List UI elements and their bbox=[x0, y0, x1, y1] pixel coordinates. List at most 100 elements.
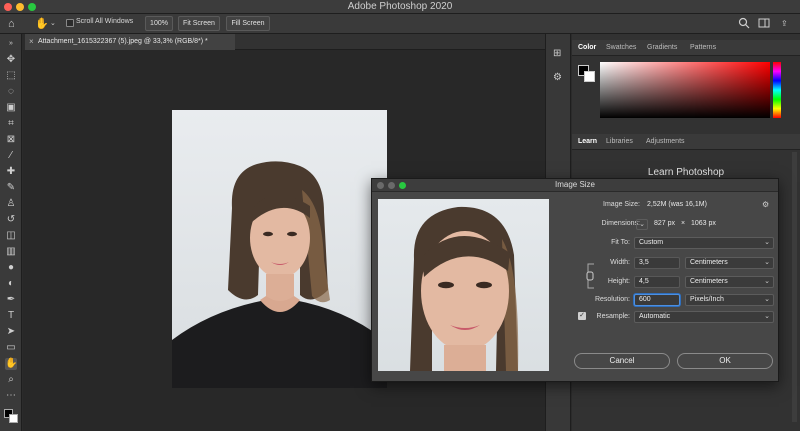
resolution-unit-value: Pixels/Inch bbox=[690, 296, 724, 303]
hand-tool-icon[interactable]: ✋ bbox=[5, 358, 17, 370]
photoshop-window: Adobe Photoshop 2020 ⌂ ✋ ⌄ Scroll All Wi… bbox=[0, 0, 800, 431]
fit-screen-button[interactable]: Fit Screen bbox=[178, 16, 220, 31]
share-icon[interactable]: ⇪ bbox=[781, 17, 788, 31]
resample-label: Resample: bbox=[596, 313, 630, 320]
frame-tool-icon[interactable]: ⊠ bbox=[5, 134, 17, 146]
resolution-input[interactable]: 600 bbox=[634, 294, 680, 306]
fit-to-value: Custom bbox=[639, 239, 664, 246]
tab-libraries[interactable]: Libraries bbox=[606, 134, 633, 150]
path-selection-tool-icon[interactable]: ➤ bbox=[5, 326, 17, 338]
pen-tool-icon[interactable]: ✒ bbox=[5, 294, 17, 306]
crop-tool-icon[interactable]: ⌗ bbox=[5, 118, 17, 130]
color-panel-tabs: Color Swatches Gradients Patterns bbox=[572, 40, 800, 56]
width-unit-value: Centimeters bbox=[690, 259, 728, 266]
resample-select[interactable]: Automatic ⌄ bbox=[634, 311, 774, 323]
tab-color[interactable]: Color bbox=[578, 40, 596, 56]
width-unit-select[interactable]: Centimeters ⌄ bbox=[685, 257, 774, 269]
fit-to-select[interactable]: Custom ⌄ bbox=[634, 237, 774, 249]
resample-value: Automatic bbox=[639, 313, 671, 320]
ok-button[interactable]: OK bbox=[677, 353, 773, 369]
document-tab[interactable]: × Attachment_1615322367 (5).jpeg @ 33,3%… bbox=[25, 34, 235, 50]
object-selection-tool-icon[interactable]: ▣ bbox=[5, 102, 17, 114]
width-input[interactable]: 3,5 bbox=[634, 257, 680, 269]
dimensions-height-value: 1063 px bbox=[691, 220, 716, 227]
image-size-label: Image Size: bbox=[603, 201, 640, 208]
blur-tool-icon[interactable]: ● bbox=[5, 262, 17, 274]
eraser-tool-icon[interactable]: ◫ bbox=[5, 230, 17, 242]
image-preview[interactable] bbox=[378, 199, 549, 371]
options-bar: ⌂ ✋ ⌄ Scroll All Windows 100% Fit Screen… bbox=[0, 14, 800, 34]
settings-gear-icon[interactable]: ⚙ bbox=[762, 200, 769, 209]
brush-tool-icon[interactable]: ✎ bbox=[5, 182, 17, 194]
close-tab-icon[interactable]: × bbox=[29, 34, 34, 50]
fit-to-label: Fit To: bbox=[611, 239, 630, 246]
panel-background-swatch[interactable] bbox=[584, 71, 595, 82]
height-input[interactable]: 4,5 bbox=[634, 276, 680, 288]
dimensions-label: Dimensions: bbox=[601, 220, 640, 227]
zoom-tool-icon[interactable]: ⌕ bbox=[5, 374, 17, 386]
image-size-value: 2,52M (was 16,1M) bbox=[647, 201, 707, 208]
properties-panel-icon[interactable]: ⚙ bbox=[553, 72, 562, 83]
history-panel-icon[interactable]: ⊞ bbox=[553, 48, 561, 59]
eyedropper-tool-icon[interactable]: ⁄ bbox=[5, 150, 17, 162]
scroll-all-windows-checkbox[interactable] bbox=[66, 19, 74, 27]
dialog-title: Image Size bbox=[554, 180, 596, 189]
gradient-tool-icon[interactable]: ▥ bbox=[5, 246, 17, 258]
more-tools-icon[interactable]: ⋯ bbox=[5, 390, 17, 402]
learn-panel-tabs: Learn Libraries Adjustments bbox=[572, 134, 800, 150]
learn-panel-title: Learn Photoshop bbox=[647, 167, 725, 178]
portrait-illustration bbox=[172, 161, 387, 388]
document-tab-title: Attachment_1615322367 (5).jpeg @ 33,3% (… bbox=[38, 38, 208, 45]
dimensions-units-chevron-icon[interactable]: ⌄ bbox=[636, 219, 648, 230]
tab-adjustments[interactable]: Adjustments bbox=[646, 134, 685, 150]
resolution-label: Resolution: bbox=[594, 296, 630, 303]
preview-portrait bbox=[410, 206, 519, 371]
healing-brush-tool-icon[interactable]: ✚ bbox=[5, 166, 17, 178]
tab-patterns[interactable]: Patterns bbox=[690, 40, 716, 56]
title-bar: Adobe Photoshop 2020 bbox=[0, 0, 800, 14]
height-unit-select[interactable]: Centimeters ⌄ bbox=[685, 276, 774, 288]
rectangle-tool-icon[interactable]: ▭ bbox=[5, 342, 17, 354]
chevron-down-icon: ⌄ bbox=[764, 259, 770, 266]
history-brush-tool-icon[interactable]: ↺ bbox=[5, 214, 17, 226]
clone-stamp-tool-icon[interactable]: ♙ bbox=[5, 198, 17, 210]
chevron-down-icon: ⌄ bbox=[764, 239, 770, 246]
tools-panel: » ✥ ⬚ ◌ ▣ ⌗ ⊠ ⁄ ✚ ✎ ♙ ↺ ◫ ▥ ● ◐ ✒ T ➤ ▭ … bbox=[0, 34, 22, 431]
color-picker-field[interactable] bbox=[600, 62, 770, 118]
tab-learn[interactable]: Learn bbox=[578, 134, 597, 150]
tool-preset-chevron-icon[interactable]: ⌄ bbox=[50, 17, 56, 31]
chevron-down-icon: ⌄ bbox=[764, 313, 770, 320]
dodge-tool-icon[interactable]: ◐ bbox=[5, 278, 17, 290]
background-color-swatch[interactable] bbox=[9, 414, 18, 423]
app-title: Adobe Photoshop 2020 bbox=[347, 1, 453, 12]
dimensions-separator: × bbox=[681, 220, 686, 227]
toolbar-collapse-icon[interactable]: » bbox=[5, 38, 17, 50]
resample-checkbox[interactable]: ✓ bbox=[578, 312, 586, 320]
cancel-button[interactable]: Cancel bbox=[574, 353, 670, 369]
workspace-icon[interactable] bbox=[758, 17, 770, 29]
zoom-100-button[interactable]: 100% bbox=[145, 16, 173, 31]
resolution-unit-select[interactable]: Pixels/Inch ⌄ bbox=[685, 294, 774, 306]
scroll-all-windows-label: Scroll All Windows bbox=[76, 18, 134, 25]
marquee-tool-icon[interactable]: ⬚ bbox=[5, 70, 17, 82]
dialog-title-bar: Image Size bbox=[372, 179, 778, 192]
home-icon[interactable]: ⌂ bbox=[8, 17, 15, 31]
fill-screen-button[interactable]: Fill Screen bbox=[226, 16, 270, 31]
dimensions-width-value: 827 px bbox=[654, 220, 676, 227]
learn-panel-scrollbar[interactable] bbox=[792, 152, 797, 422]
constrain-proportions-link-icon[interactable] bbox=[586, 262, 595, 290]
height-unit-value: Centimeters bbox=[690, 278, 728, 285]
chevron-down-icon: ⌄ bbox=[764, 278, 770, 285]
lasso-tool-icon[interactable]: ◌ bbox=[5, 86, 17, 98]
hand-tool-icon[interactable]: ✋ bbox=[35, 17, 49, 31]
document-image[interactable] bbox=[172, 110, 387, 388]
search-icon[interactable] bbox=[738, 17, 750, 29]
height-label: Height: bbox=[607, 278, 630, 285]
hue-slider[interactable] bbox=[773, 62, 781, 118]
tab-swatches[interactable]: Swatches bbox=[606, 40, 636, 56]
tab-gradients[interactable]: Gradients bbox=[647, 40, 677, 56]
type-tool-icon[interactable]: T bbox=[5, 310, 17, 322]
chevron-down-icon: ⌄ bbox=[764, 296, 770, 303]
image-size-dialog: Image Size Image Size: 2,52M (was 16,1M)… bbox=[371, 178, 779, 382]
move-tool-icon[interactable]: ✥ bbox=[5, 54, 17, 66]
